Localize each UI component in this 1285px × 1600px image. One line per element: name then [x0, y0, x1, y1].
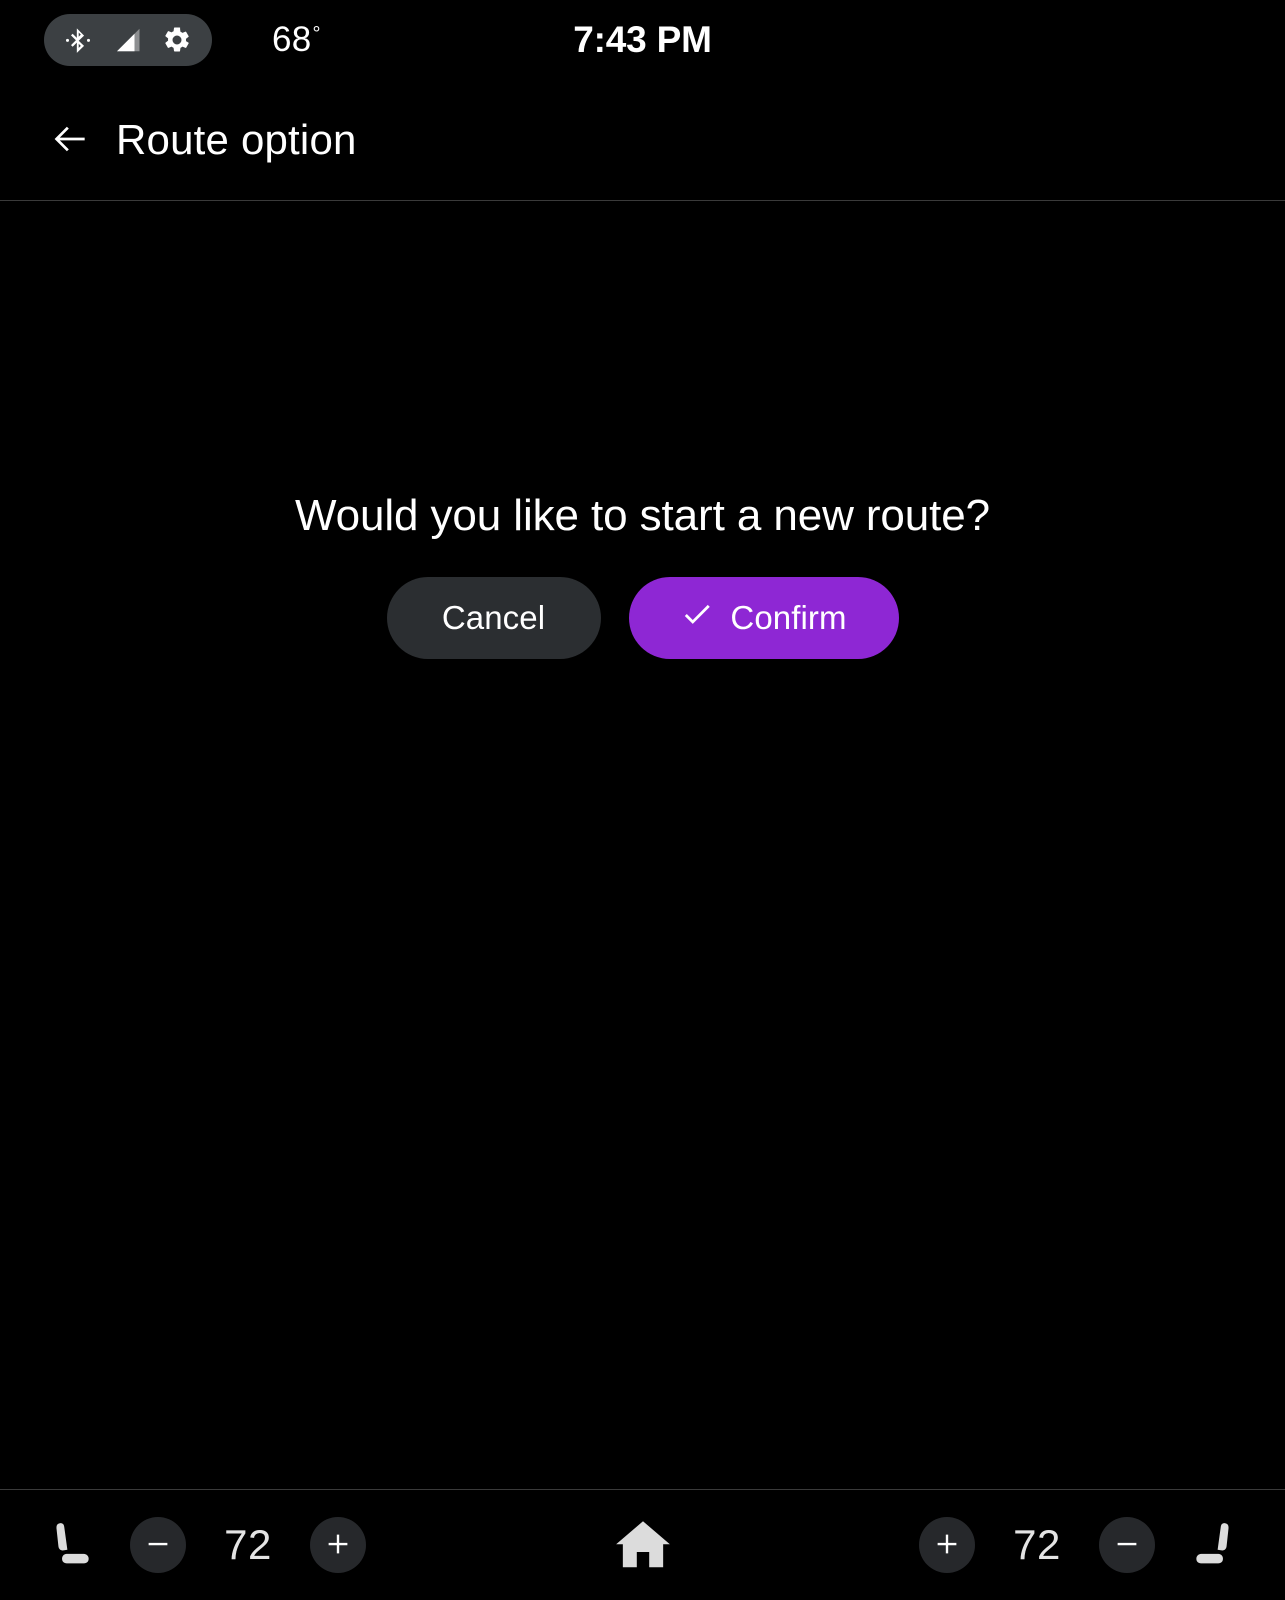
app-header: Route option — [0, 80, 1285, 201]
dialog-message: Would you like to start a new route? — [294, 491, 991, 540]
confirm-route-dialog: Would you like to start a new route? Can… — [0, 491, 1285, 659]
check-icon — [680, 597, 714, 639]
driver-temp-decrease-button[interactable] — [130, 1517, 186, 1573]
passenger-seat-button[interactable] — [1181, 1512, 1247, 1578]
passenger-temperature-value: 72 — [1013, 1521, 1061, 1568]
home-button[interactable] — [604, 1506, 682, 1584]
home-icon — [612, 1513, 674, 1578]
back-button[interactable] — [44, 114, 96, 166]
driver-climate-controls: 72 — [38, 1512, 366, 1578]
bottom-navigation-bar: 72 72 — [0, 1489, 1285, 1600]
page-title: Route option — [116, 116, 357, 163]
passenger-temp-increase-button[interactable] — [919, 1517, 975, 1573]
car-screen: 68 ° 7:43 PM Route option Would you like … — [0, 0, 1285, 1600]
driver-seat-button[interactable] — [38, 1512, 104, 1578]
car-seat-icon — [1185, 1515, 1243, 1576]
main-content: Would you like to start a new route? Can… — [0, 201, 1285, 1489]
car-seat-icon — [42, 1515, 100, 1576]
confirm-button[interactable]: Confirm — [628, 577, 899, 659]
back-arrow-icon — [48, 117, 92, 164]
minus-icon — [143, 1529, 173, 1562]
plus-icon — [323, 1529, 353, 1562]
driver-temp-increase-button[interactable] — [310, 1517, 366, 1573]
status-bar: 68 ° 7:43 PM — [0, 0, 1285, 80]
passenger-climate-controls: 72 — [919, 1512, 1247, 1578]
passenger-temp-decrease-button[interactable] — [1099, 1517, 1155, 1573]
plus-icon — [932, 1529, 962, 1562]
dialog-actions: Cancel Confirm — [386, 577, 899, 659]
cancel-button[interactable]: Cancel — [386, 577, 601, 659]
status-clock: 7:43 PM — [573, 19, 712, 60]
confirm-button-label: Confirm — [730, 599, 847, 636]
driver-temperature-value: 72 — [224, 1521, 272, 1568]
minus-icon — [1112, 1529, 1142, 1562]
